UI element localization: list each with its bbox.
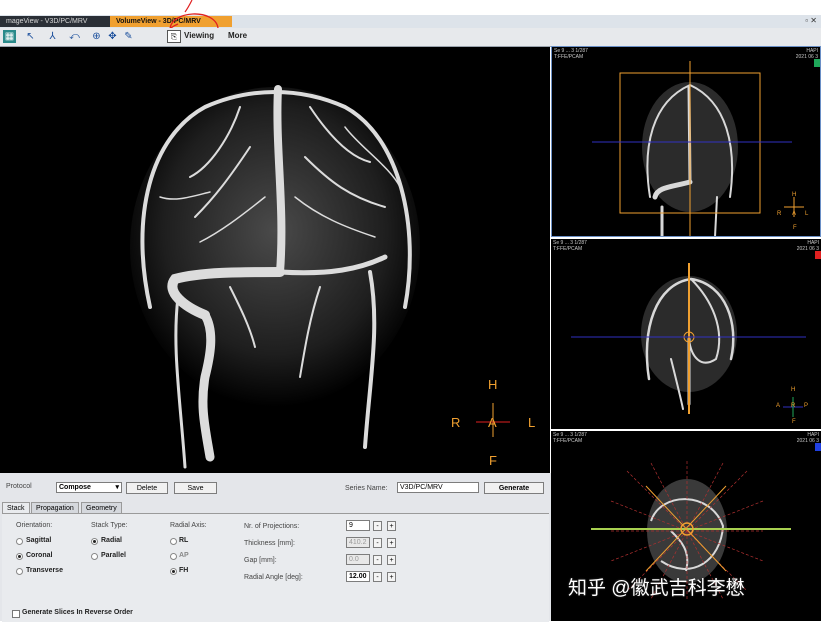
option-sagittal: Sagittal: [26, 537, 52, 544]
protocol-select[interactable]: Compose ▾: [56, 482, 122, 493]
option-radial: Radial: [101, 537, 123, 544]
layout-icon[interactable]: ▦: [3, 30, 16, 43]
mini-orient-top: H: [792, 192, 797, 198]
mini-orient-left: A: [776, 403, 781, 409]
pan-icon[interactable]: ✥: [106, 30, 119, 43]
view-image-2: [571, 263, 806, 417]
save-button[interactable]: Save: [174, 482, 217, 494]
series-name-input[interactable]: V3D/PC/MRV: [397, 482, 479, 493]
delete-button[interactable]: Delete: [126, 482, 168, 494]
nr-projections-label: Nr. of Projections:: [244, 523, 300, 530]
radial-axis-title: Radial Axis:: [170, 522, 207, 529]
orient-top: H: [488, 377, 498, 392]
gap-decrement[interactable]: -: [373, 555, 382, 565]
thickness-decrement[interactable]: -: [373, 538, 382, 548]
radio-ap[interactable]: [170, 553, 177, 560]
reverse-order-checkbox[interactable]: [12, 610, 20, 618]
gap-label: Gap [mm]:: [244, 557, 277, 564]
radio-rl[interactable]: [170, 538, 177, 545]
thickness-input[interactable]: 410.2: [346, 537, 370, 548]
tab-bar: mageView - V3D/PC/MRV VolumeView - 3D/PC…: [0, 15, 821, 28]
mini-orient-right: L: [805, 211, 809, 217]
radio-transverse[interactable]: [16, 568, 23, 575]
option-transverse: Transverse: [26, 567, 63, 574]
thickness-increment[interactable]: +: [387, 538, 396, 548]
radial-angle-increment[interactable]: +: [387, 572, 396, 582]
nr-projections-input[interactable]: 9: [346, 520, 370, 531]
window-controls[interactable]: ▫ ✕: [805, 16, 817, 25]
stack-type-title: Stack Type:: [91, 522, 128, 529]
zoom-icon[interactable]: ⊕: [90, 30, 103, 43]
option-parallel: Parallel: [101, 552, 126, 559]
pen-icon[interactable]: ✎: [122, 30, 135, 43]
watermark: 知乎 @徽武吉科李懋: [568, 578, 745, 599]
mini-orient-top: H: [791, 387, 796, 393]
mini-orient-left: R: [777, 211, 782, 217]
mrv-volume-render: [130, 85, 510, 469]
chevron-down-icon: ▾: [115, 484, 119, 491]
orient-left: R: [451, 415, 461, 430]
radio-radial[interactable]: [91, 538, 98, 545]
mini-orient-bottom: F: [792, 419, 796, 425]
protocol-value: Compose: [59, 484, 91, 491]
toolbar: ▦ ↖ ⅄ ⤺ ⊕ ✥ ✎ ⎘ Viewing More: [0, 28, 821, 47]
option-rl: RL: [179, 537, 189, 544]
radial-angle-decrement[interactable]: -: [373, 572, 382, 582]
protocol-label: Protocol: [6, 483, 32, 490]
gap-input[interactable]: 0.0: [346, 554, 370, 565]
option-ap: AP: [179, 552, 189, 559]
generate-button[interactable]: Generate: [484, 482, 544, 494]
viewing-icon[interactable]: ⎘: [167, 30, 181, 43]
more-menu[interactable]: More: [228, 31, 247, 40]
nr-projections-decrement[interactable]: -: [373, 521, 382, 531]
view-image-1: [592, 61, 804, 236]
mini-orient-bottom: F: [793, 225, 797, 231]
radial-angle-input[interactable]: 12.00: [346, 571, 370, 582]
right-view-2[interactable]: Se 9 ... 3 1/287 T:FFE/PCAM HAPI 2021 06…: [551, 239, 821, 429]
thickness-label: Thickness [mm]:: [244, 540, 295, 547]
gap-increment[interactable]: +: [387, 555, 396, 565]
option-fh: FH: [179, 567, 189, 574]
series-name-label: Series Name:: [345, 485, 388, 492]
main-viewport[interactable]: H R A L F: [0, 47, 550, 473]
measure-icon[interactable]: ⅄: [46, 30, 59, 43]
mini-orient-center: A: [792, 211, 797, 217]
radio-sagittal[interactable]: [16, 538, 23, 545]
mini-orient-center: R: [791, 403, 796, 409]
rotate-icon[interactable]: ⤺: [68, 30, 81, 43]
radio-parallel[interactable]: [91, 553, 98, 560]
reverse-order-label: Generate Slices In Reverse Order: [22, 609, 133, 616]
orient-center: A: [488, 415, 497, 430]
orientation-title: Orientation:: [16, 522, 53, 529]
pointer-icon[interactable]: ↖: [24, 30, 37, 43]
radio-fh[interactable]: [170, 568, 177, 575]
radial-angle-label: Radial Angle [deg]:: [244, 574, 303, 581]
mini-orient-right: P: [804, 403, 809, 409]
viewing-menu[interactable]: Viewing: [184, 31, 214, 40]
orient-right: L: [528, 415, 536, 430]
orient-bottom: F: [489, 453, 497, 468]
tab-imageview[interactable]: mageView - V3D/PC/MRV: [0, 16, 116, 27]
right-view-1[interactable]: Se 9 ... 3 1/287 T:FFE/PCAM HAPI 2021 06…: [551, 46, 821, 237]
nr-projections-increment[interactable]: +: [387, 521, 396, 531]
control-panel: Protocol Compose ▾ Delete Save Series Na…: [0, 473, 551, 622]
radio-coronal[interactable]: [16, 553, 23, 560]
option-coronal: Coronal: [26, 552, 53, 559]
